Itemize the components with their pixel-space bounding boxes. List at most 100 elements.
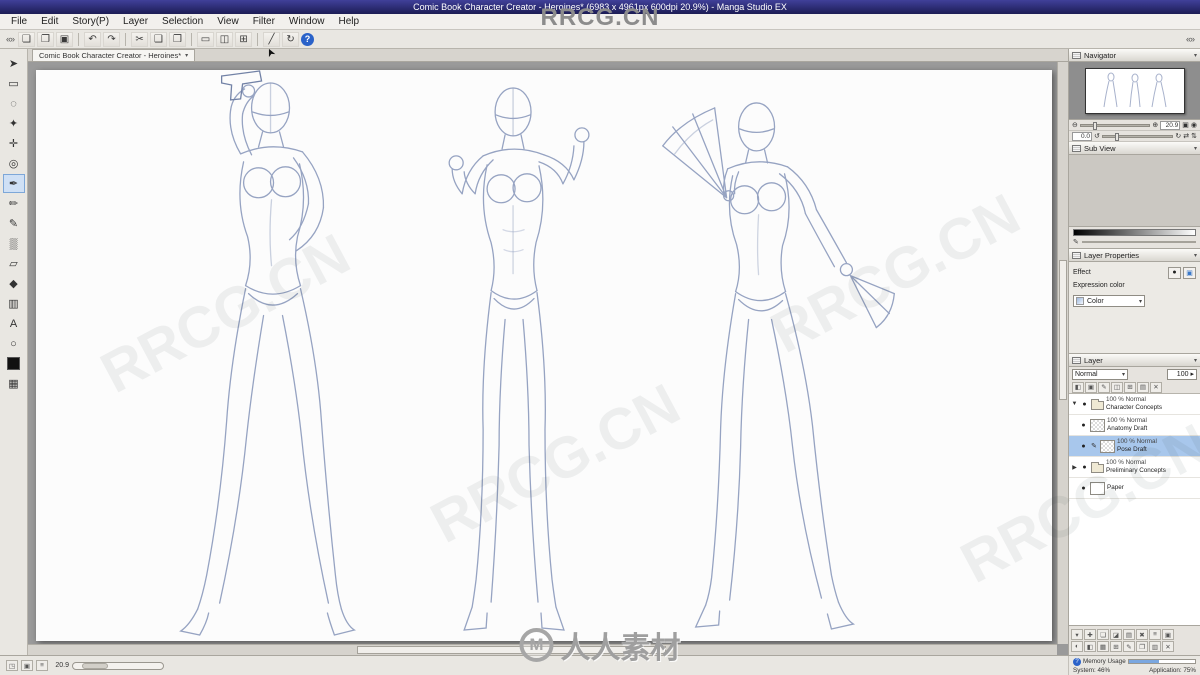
copy-icon[interactable]: ❑ (150, 31, 168, 47)
collapse-left-icon[interactable]: «» (4, 34, 16, 44)
menu-selection[interactable]: Selection (155, 16, 210, 27)
layer-row-preliminary-concepts[interactable]: ▶ ● 100 % Normal Preliminary Concepts (1069, 457, 1200, 478)
visibility-eye-icon[interactable]: ● (1079, 422, 1088, 429)
status-zoom-value[interactable]: 20.9 (51, 662, 69, 669)
canvas-area[interactable] (28, 62, 1068, 655)
rotate-right-icon[interactable]: ↻ (1175, 132, 1181, 140)
expression-color-select[interactable]: Color ▾ (1073, 295, 1145, 307)
menu-layer[interactable]: Layer (116, 16, 155, 27)
rotate-view-icon[interactable]: ↻ (282, 31, 300, 47)
clip-below-icon[interactable]: ◫ (1111, 381, 1123, 393)
flip-vertical-icon[interactable]: ⇅ (1191, 132, 1197, 140)
clear-icon[interactable]: ✕ (1162, 641, 1174, 652)
reference-layer-icon[interactable]: ⊞ (1124, 381, 1136, 393)
blend-mode-select[interactable]: Normal ▾ (1072, 368, 1128, 380)
snap-grid-icon[interactable]: ⊞ (235, 31, 253, 47)
memory-help-icon[interactable]: ? (1073, 657, 1081, 666)
eyedropper-icon[interactable]: ✎ (1073, 238, 1079, 246)
layer-properties-menu-icon[interactable]: ▾ (1194, 252, 1197, 259)
edit-layer-icon[interactable]: ✎ (1123, 641, 1135, 652)
open-file-icon[interactable]: ❐ (37, 31, 55, 47)
visibility-eye-icon[interactable]: ● (1080, 464, 1089, 471)
tone-effect-icon[interactable]: ▣ (1183, 266, 1196, 279)
pen-tool[interactable]: ✒ (2, 174, 25, 193)
navigator-rotate-value[interactable]: 0.0 (1072, 131, 1092, 141)
cut-icon[interactable]: ✂ (131, 31, 149, 47)
navigator-rotate-slider[interactable] (1101, 132, 1174, 141)
layer-row-character-concepts[interactable]: ▼ ● 100 % Normal Character Concepts (1069, 394, 1200, 415)
layer-menu-icon[interactable]: ▾ (1071, 629, 1083, 640)
redo-icon[interactable]: ↷ (103, 31, 121, 47)
quick-mask-icon[interactable]: ◐ (1071, 641, 1083, 652)
navigator-zoom-value[interactable]: 20.9 (1160, 120, 1181, 130)
zoom-tool[interactable]: ◎ (3, 154, 25, 173)
document-tab[interactable]: Comic Book Character Creator - Heroines*… (32, 49, 196, 61)
merge-down-icon[interactable]: ◪ (1110, 629, 1122, 640)
rotate-left-icon[interactable]: ↺ (1094, 132, 1100, 140)
navigator-zoom-slider[interactable] (1079, 121, 1151, 130)
lock-layer-icon[interactable]: ▣ (1085, 381, 1097, 393)
fill-tool[interactable]: ◆ (3, 274, 25, 293)
palette-color-icon[interactable]: ▤ (1137, 381, 1149, 393)
visibility-eye-icon[interactable]: ● (1079, 485, 1088, 492)
brush-tool[interactable]: ✎ (3, 214, 25, 233)
menu-help[interactable]: Help (332, 16, 367, 27)
gradient-tool[interactable]: ▥ (3, 294, 25, 313)
airbrush-tool[interactable]: ▒ (3, 234, 25, 253)
zoom-out-icon[interactable]: ⊖ (1072, 121, 1078, 129)
marquee-tool[interactable]: ▭ (3, 74, 25, 93)
visibility-eye-icon[interactable]: ● (1079, 443, 1088, 450)
status-display-icon[interactable]: ◳ (6, 660, 18, 671)
rotate-slider-thumb[interactable] (1115, 132, 1120, 141)
magic-wand-tool[interactable]: ✦ (3, 114, 25, 133)
layer-row-paper[interactable]: ● Paper (1069, 478, 1200, 499)
shape-tool[interactable]: ○ (3, 334, 25, 353)
snap-ruler-icon[interactable]: ▭ (197, 31, 215, 47)
fit-to-screen-icon[interactable]: ▣ (1182, 121, 1189, 129)
status-mode-icon[interactable]: ≡ (36, 660, 48, 671)
screentone-icon[interactable]: ▦ (1097, 641, 1109, 652)
tab-dropdown-icon[interactable]: ▾ (185, 52, 188, 59)
new-folder-icon[interactable]: ❏ (1097, 629, 1109, 640)
menu-view[interactable]: View (210, 16, 246, 27)
zoom-slider-thumb[interactable] (1093, 121, 1098, 130)
lasso-tool[interactable]: ◌ (3, 94, 25, 113)
zoom-in-icon[interactable]: ⊕ (1152, 121, 1158, 129)
duplicate-icon[interactable]: ❐ (1136, 641, 1148, 652)
navigator-menu-icon[interactable]: ▾ (1194, 52, 1197, 59)
text-tool[interactable]: A (3, 314, 25, 333)
menu-window[interactable]: Window (282, 16, 332, 27)
snap-special-ruler-icon[interactable]: ◫ (216, 31, 234, 47)
move-tool[interactable]: ✛ (3, 134, 25, 153)
lock-transparent-icon[interactable]: ◧ (1072, 381, 1084, 393)
gradient-bar[interactable] (1073, 229, 1196, 236)
pattern-swatch[interactable]: ▦ (3, 374, 25, 393)
border-effect-icon[interactable]: ● (1168, 266, 1181, 279)
ruler-icon[interactable]: ╱ (263, 31, 281, 47)
menu-story[interactable]: Story(P) (65, 16, 116, 27)
expand-icon[interactable]: ▶ (1071, 464, 1078, 471)
help-icon[interactable]: ? (301, 32, 315, 46)
flip-horizontal-icon[interactable]: ⇄ (1183, 132, 1189, 140)
delete-icon[interactable]: ✖ (1136, 629, 1148, 640)
enable-draft-icon[interactable]: ✎ (1098, 381, 1110, 393)
layer-settings-icon[interactable]: ≡ (1149, 629, 1161, 640)
actual-size-icon[interactable]: ◉ (1191, 121, 1197, 129)
pencil-tool[interactable]: ✏ (3, 194, 25, 213)
save-icon[interactable]: ▣ (56, 31, 74, 47)
layer-row-anatomy-draft[interactable]: ● 100 % Normal Anatomy Draft (1069, 415, 1200, 436)
main-color-swatch[interactable] (3, 354, 25, 373)
navigator-thumbnail[interactable] (1084, 67, 1185, 114)
undo-icon[interactable]: ↶ (84, 31, 102, 47)
layer-color-icon[interactable]: ◧ (1084, 641, 1096, 652)
menu-edit[interactable]: Edit (34, 16, 65, 27)
paste-icon[interactable]: ❒ (169, 31, 187, 47)
menu-filter[interactable]: Filter (246, 16, 282, 27)
opacity-field[interactable]: 100 ▸ (1167, 368, 1197, 380)
layer-row-pose-draft[interactable]: ● ✎ 100 % Normal Pose Draft (1069, 436, 1200, 457)
status-zoom-slider[interactable] (72, 661, 164, 670)
menu-file[interactable]: File (4, 16, 34, 27)
gradient-slider[interactable] (1081, 241, 1196, 243)
new-layer-icon[interactable]: ✚ (1084, 629, 1096, 640)
eraser-tool[interactable]: ▱ (3, 254, 25, 273)
